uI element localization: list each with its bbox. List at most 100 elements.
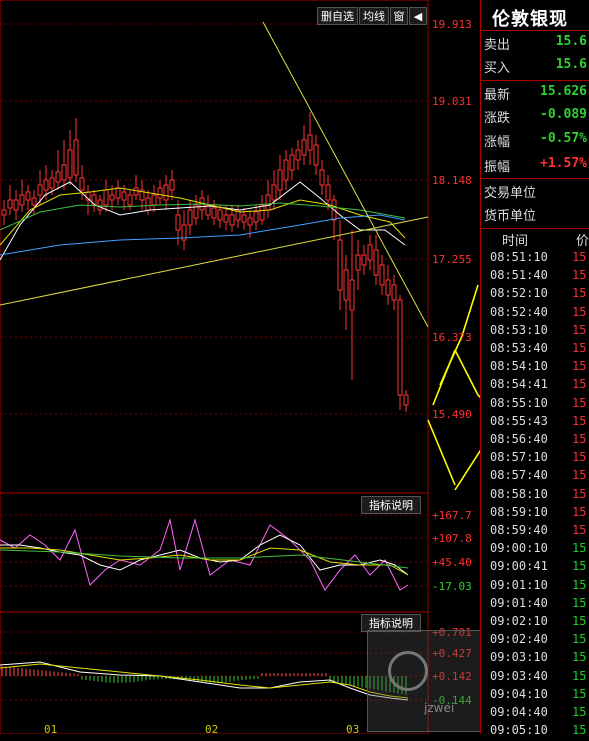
amplitude-label: 振幅 — [484, 160, 511, 175]
candle-body — [241, 214, 247, 223]
tick-time: 09:04:40 — [490, 705, 548, 719]
tick-time: 08:59:40 — [490, 523, 548, 537]
candle-body — [7, 199, 13, 209]
change-pct-row: 涨幅 -0.57% — [484, 131, 589, 153]
tick-price: 15. — [572, 559, 589, 574]
tick-row: 08:57:10 15. — [484, 450, 589, 468]
tick-price: 15. — [572, 450, 589, 465]
candle-body — [223, 214, 229, 223]
tick-price: 15. — [572, 341, 589, 355]
tick-row: 08:54:41 15. — [484, 377, 589, 395]
change-label: 涨跌 — [484, 111, 511, 126]
candle-body — [109, 194, 115, 201]
candle-body — [187, 209, 193, 226]
sell-label: 卖出 — [484, 38, 511, 53]
tick-row: 08:56:40 15. — [484, 432, 589, 450]
candle-body — [97, 199, 103, 211]
tick-price: 15. — [572, 322, 589, 337]
tick-time: 08:53:10 — [490, 322, 548, 337]
candle-body — [373, 249, 379, 276]
tick-time: 09:01:40 — [490, 595, 548, 610]
change-value: -0.089 — [540, 107, 587, 122]
candle-body — [115, 187, 121, 199]
tick-time: 09:01:10 — [490, 577, 548, 592]
tick-price: 15. — [572, 614, 589, 628]
candle-body — [13, 199, 19, 211]
tick-row: 08:52:40 15. — [484, 305, 589, 323]
oscillator-axis-label: -17.03 — [432, 580, 472, 593]
x-axis-label: 02 — [205, 723, 219, 736]
candle-body — [73, 139, 79, 176]
tick-row: 08:53:40 15. — [484, 341, 589, 359]
candle-body — [175, 214, 181, 231]
tick-time: 09:02:10 — [490, 614, 548, 628]
candle-body — [19, 194, 25, 206]
indicator-help-button[interactable]: 指标说明 — [361, 496, 421, 514]
candle-body — [325, 184, 331, 201]
window-button[interactable]: 窗 — [390, 7, 408, 25]
tick-price: 15. — [572, 723, 589, 738]
tick-time: 08:57:10 — [490, 450, 548, 465]
tick-row: 09:03:40 15. — [484, 669, 589, 687]
tick-time: 08:57:40 — [490, 468, 548, 483]
candle-body — [361, 254, 367, 266]
candle-body — [157, 187, 163, 199]
candle-body — [127, 194, 133, 206]
osc-line-white — [0, 534, 409, 576]
candle-body — [229, 214, 235, 226]
buy-row: 买入 15.6 — [484, 57, 589, 79]
tick-price: 15. — [572, 377, 589, 392]
tick-time: 08:55:43 — [490, 413, 548, 428]
candle-body — [49, 177, 55, 189]
tick-time: 09:03:40 — [490, 668, 548, 683]
currency-unit-row: 货币单位 — [484, 205, 589, 227]
instrument-name: 伦敦银现 — [492, 9, 568, 30]
ma-line-cyan — [0, 214, 406, 256]
tick-time: 09:03:10 — [490, 650, 548, 665]
price-header: 价 — [576, 234, 589, 249]
price-grid — [0, 23, 428, 701]
price-axis-label: 15.490 — [432, 408, 472, 421]
change-pct-value: -0.57% — [540, 131, 587, 146]
moving-average-button[interactable]: 均线 — [359, 7, 389, 25]
tick-row: 09:04:40 15. — [484, 705, 589, 723]
price-axis-label: 19.031 — [432, 95, 472, 108]
candle-body — [169, 179, 175, 191]
tick-time: 09:05:10 — [490, 723, 548, 738]
latest-row: 最新 15.626 — [484, 84, 589, 106]
candle-body — [133, 187, 139, 196]
tick-row: 09:02:40 15. — [484, 632, 589, 650]
candle-body — [397, 299, 403, 396]
x-axis-label: 03 — [346, 723, 360, 736]
tick-time: 08:51:40 — [490, 268, 548, 283]
candle-body — [211, 207, 217, 219]
tick-row: 08:51:40 15. — [484, 268, 589, 286]
trade-unit-label: 交易单位 — [484, 186, 537, 201]
tick-price: 15. — [572, 359, 589, 374]
tick-price: 15. — [572, 577, 589, 592]
candle-body — [25, 191, 31, 201]
tick-price: 15. — [572, 504, 589, 519]
price-axis-label: 18.148 — [432, 174, 472, 187]
candle-body — [385, 279, 391, 296]
tick-row: 08:55:43 15. — [484, 414, 589, 432]
candle-body — [277, 169, 283, 191]
candle-body — [271, 184, 277, 201]
x-axis-label: 01 — [44, 723, 58, 736]
candle-body — [355, 254, 361, 271]
candle-body — [1, 209, 7, 216]
tick-price: 15. — [572, 632, 589, 647]
candle-body — [301, 139, 307, 156]
tick-price: 15. — [572, 650, 589, 665]
tick-row: 08:59:40 15. — [484, 523, 589, 541]
tick-row: 09:01:10 15. — [484, 578, 589, 596]
candle-body — [289, 154, 295, 171]
candle-body — [103, 189, 109, 206]
amplitude-row: 振幅 +1.57% — [484, 156, 589, 178]
tick-header: 时间 价 — [484, 230, 589, 249]
annotation-arrows — [427, 284, 480, 491]
remove-watchlist-button[interactable]: 删自选 — [317, 7, 358, 25]
candle-body — [145, 197, 151, 211]
tick-price: 15. — [572, 250, 589, 264]
collapse-arrow-button[interactable]: ◀ — [409, 7, 427, 25]
